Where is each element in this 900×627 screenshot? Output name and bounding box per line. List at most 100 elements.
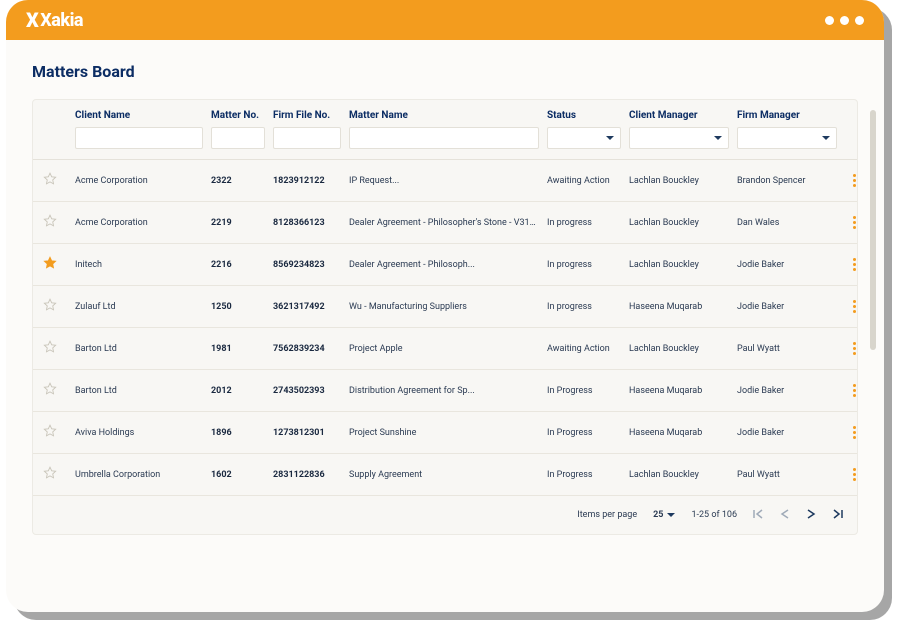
cell-firm-manager: Dan Wales: [737, 218, 837, 228]
table-row[interactable]: Aviva Holdings 1896 1273812301 Project S…: [33, 412, 857, 454]
row-actions-menu[interactable]: [845, 426, 863, 439]
filter-firm-file-no[interactable]: [273, 127, 341, 149]
cell-matter-name: Project Apple: [349, 344, 539, 354]
filter-matter-name[interactable]: [349, 127, 539, 149]
cell-matter-name: Project Sunshine: [349, 428, 539, 438]
cell-firm-file-no: 2831122836: [273, 470, 341, 480]
cell-firm-file-no: 1823912122: [273, 176, 341, 186]
star-icon[interactable]: [43, 466, 57, 480]
cell-status: Awaiting Action: [547, 344, 621, 354]
cell-client-name: Zulauf Ltd: [75, 302, 203, 312]
cell-status: In progress: [547, 302, 621, 312]
chevron-down-icon: [606, 136, 614, 140]
star-icon[interactable]: [43, 382, 57, 396]
filter-client-manager[interactable]: [629, 127, 729, 149]
cell-firm-manager: Jodie Baker: [737, 386, 837, 396]
cell-matter-no: 1602: [211, 470, 265, 480]
star-cell[interactable]: [43, 256, 67, 273]
star-icon[interactable]: [43, 298, 57, 312]
cell-client-name: Umbrella Corporation: [75, 470, 203, 480]
filter-client-name[interactable]: [75, 127, 203, 149]
star-icon[interactable]: [43, 340, 57, 354]
star-cell[interactable]: [43, 214, 67, 231]
cell-matter-no: 1250: [211, 302, 265, 312]
row-actions-menu[interactable]: [845, 216, 863, 229]
filter-row: Client Name Matter No. Firm File No. Mat…: [33, 100, 857, 160]
filter-firm-manager[interactable]: [737, 127, 837, 149]
row-actions-menu[interactable]: [845, 174, 863, 187]
col-header-matter-no: Matter No.: [211, 110, 265, 121]
cell-client-manager: Lachlan Bouckley: [629, 176, 729, 186]
table-row[interactable]: Initech 2216 8569234823 Dealer Agreement…: [33, 244, 857, 286]
cell-client-manager: Haseena Muqarab: [629, 428, 729, 438]
cell-firm-manager: Jodie Baker: [737, 302, 837, 312]
row-actions-menu[interactable]: [845, 468, 863, 481]
star-cell[interactable]: [43, 298, 67, 315]
filter-matter-no[interactable]: [211, 127, 265, 149]
cell-firm-manager: Paul Wyatt: [737, 470, 837, 480]
cell-matter-name: Distribution Agreement for Sp...: [349, 386, 539, 396]
star-icon[interactable]: [43, 214, 57, 228]
cell-firm-file-no: 2743502393: [273, 386, 341, 396]
col-header-client-manager: Client Manager: [629, 110, 729, 121]
cell-matter-name: IP Request...: [349, 176, 539, 186]
star-cell[interactable]: [43, 172, 67, 189]
cell-client-name: Acme Corporation: [75, 176, 203, 186]
star-icon[interactable]: [43, 256, 57, 270]
cell-client-manager: Haseena Muqarab: [629, 386, 729, 396]
cell-firm-manager: Jodie Baker: [737, 260, 837, 270]
cell-firm-manager: Jodie Baker: [737, 428, 837, 438]
row-actions-menu[interactable]: [845, 384, 863, 397]
cell-client-manager: Lachlan Bouckley: [629, 218, 729, 228]
cell-matter-no: 2012: [211, 386, 265, 396]
star-cell[interactable]: [43, 466, 67, 483]
last-page-button[interactable]: [831, 508, 843, 522]
star-cell[interactable]: [43, 340, 67, 357]
cell-matter-name: Wu - Manufacturing Suppliers: [349, 302, 539, 312]
star-cell[interactable]: [43, 382, 67, 399]
cell-status: Awaiting Action: [547, 176, 621, 186]
items-per-page-select[interactable]: 25: [653, 510, 675, 520]
table-row[interactable]: Acme Corporation 2322 1823912122 IP Requ…: [33, 160, 857, 202]
chevron-down-icon: [667, 513, 675, 517]
prev-page-button[interactable]: [779, 508, 791, 522]
cell-client-name: Barton Ltd: [75, 386, 203, 396]
row-actions-menu[interactable]: [845, 258, 863, 271]
cell-firm-file-no: 8569234823: [273, 260, 341, 270]
star-icon[interactable]: [43, 172, 57, 186]
cell-firm-manager: Paul Wyatt: [737, 344, 837, 354]
table-row[interactable]: Barton Ltd 1981 7562839234 Project Apple…: [33, 328, 857, 370]
cell-client-manager: Lachlan Bouckley: [629, 260, 729, 270]
row-actions-menu[interactable]: [845, 300, 863, 313]
table-row[interactable]: Umbrella Corporation 1602 2831122836 Sup…: [33, 454, 857, 496]
window-dot: [825, 16, 834, 25]
page-title: Matters Board: [32, 62, 858, 81]
pagination-bar: Items per page 25 1-25 of 106: [33, 496, 857, 534]
cell-firm-file-no: 3621317492: [273, 302, 341, 312]
first-page-button[interactable]: [753, 508, 765, 522]
cell-client-manager: Lachlan Bouckley: [629, 470, 729, 480]
cell-firm-file-no: 8128366123: [273, 218, 341, 228]
cell-matter-no: 1896: [211, 428, 265, 438]
cell-client-name: Initech: [75, 260, 203, 270]
table-row[interactable]: Zulauf Ltd 1250 3621317492 Wu - Manufact…: [33, 286, 857, 328]
col-header-firm-manager: Firm Manager: [737, 110, 837, 121]
cell-client-name: Aviva Holdings: [75, 428, 203, 438]
col-header-firm-file-no: Firm File No.: [273, 110, 341, 121]
scrollbar[interactable]: [870, 110, 876, 350]
brand-logo: XXakia: [26, 8, 83, 32]
chevron-down-icon: [714, 136, 722, 140]
table-row[interactable]: Acme Corporation 2219 8128366123 Dealer …: [33, 202, 857, 244]
col-header-matter-name: Matter Name: [349, 110, 539, 121]
window-dot: [840, 16, 849, 25]
row-actions-menu[interactable]: [845, 342, 863, 355]
table-row[interactable]: Barton Ltd 2012 2743502393 Distribution …: [33, 370, 857, 412]
items-per-page-value: 25: [653, 510, 663, 520]
cell-status: In Progress: [547, 428, 621, 438]
filter-status[interactable]: [547, 127, 621, 149]
star-icon[interactable]: [43, 424, 57, 438]
cell-matter-name: Dealer Agreement - Philosoph...: [349, 260, 539, 270]
star-cell[interactable]: [43, 424, 67, 441]
next-page-button[interactable]: [805, 508, 817, 522]
cell-status: In progress: [547, 218, 621, 228]
